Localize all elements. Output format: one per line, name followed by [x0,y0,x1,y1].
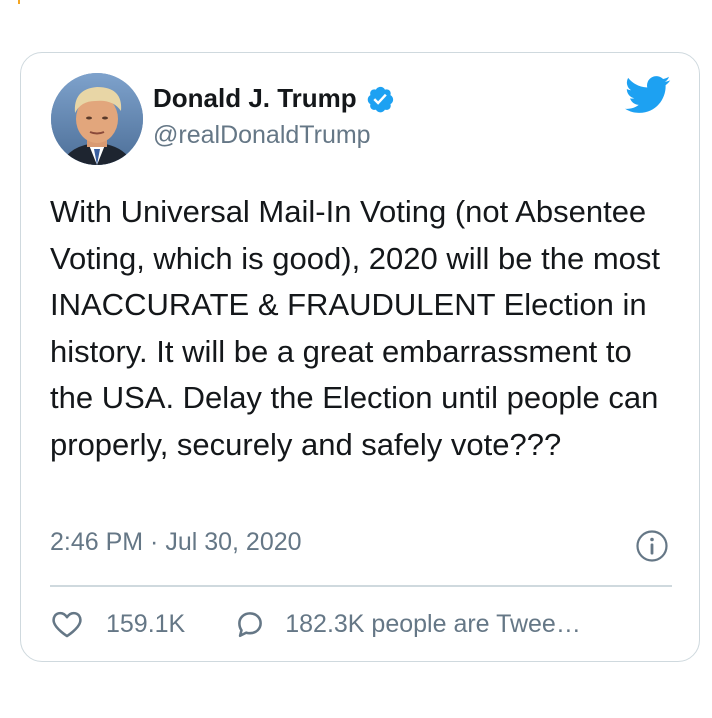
heart-icon[interactable] [50,607,84,641]
verified-badge-icon [365,84,395,114]
like-count[interactable]: 159.1K [106,610,185,639]
tweet-text: With Universal Mail-In Voting (not Absen… [50,194,661,462]
replies-label[interactable]: 182.3K people are Twee… [285,610,581,639]
author-name-row: Donald J. Trump [153,83,395,114]
tweet-card[interactable]: Donald J. Trump @realDonaldTrump With Un… [20,52,700,662]
divider [50,585,672,587]
twitter-bird-icon[interactable] [625,75,671,115]
avatar[interactable] [51,73,143,165]
author-handle[interactable]: @realDonaldTrump [153,121,371,150]
speech-bubble-icon[interactable] [233,607,267,641]
corner-mark [18,0,20,4]
tweet-timestamp[interactable]: 2:46 PM · Jul 30, 2020 [50,528,302,557]
author-display-name[interactable]: Donald J. Trump [153,83,357,114]
info-icon[interactable] [635,529,669,563]
tweet-actions: 159.1K 182.3K people are Twee… [50,607,581,641]
